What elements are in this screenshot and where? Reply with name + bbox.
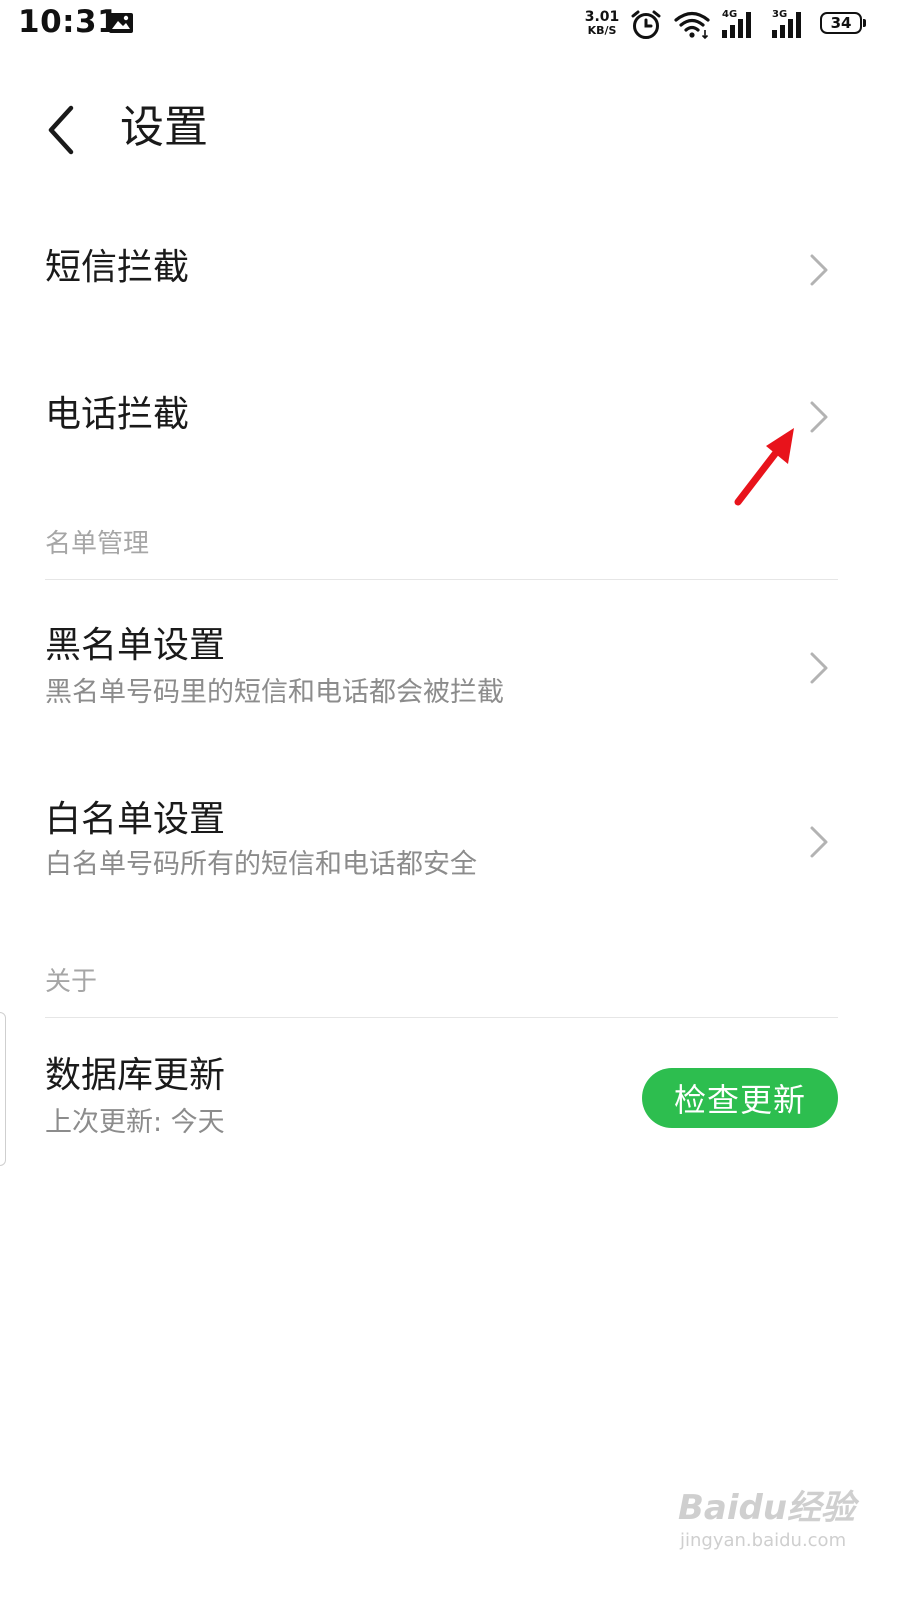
battery-level: 34 xyxy=(820,12,862,34)
status-time: 10:31 xyxy=(18,4,120,40)
watermark-brand: Baidu经验 xyxy=(678,1488,856,1528)
baidu-watermark: Baidu经验 jingyan.baidu.com xyxy=(672,1478,856,1578)
page-title: 设置 xyxy=(120,102,208,153)
network-speed: 3.01 KB/S xyxy=(584,9,620,37)
call-block-title: 电话拦截 xyxy=(45,394,190,435)
chevron-left-icon xyxy=(48,105,74,155)
chevron-right-icon xyxy=(810,254,828,286)
wifi-icon xyxy=(674,11,710,40)
database-update-title: 数据库更新 xyxy=(45,1055,226,1096)
whitelist-settings-item[interactable]: 白名单设置 白名单号码所有的短信和电话都安全 xyxy=(0,774,900,914)
whitelist-subtitle: 白名单号码所有的短信和电话都安全 xyxy=(45,849,477,880)
edge-drawer-handle[interactable] xyxy=(0,1012,6,1166)
chevron-right-icon xyxy=(810,401,828,433)
chevron-right-icon xyxy=(810,652,828,684)
battery-icon: 34 xyxy=(818,12,868,38)
signal-icon: 4G xyxy=(720,8,760,40)
last-update-text: 上次更新: 今天 xyxy=(45,1107,225,1138)
section-label-list-management: 名单管理 xyxy=(45,529,150,559)
check-update-button[interactable]: 检查更新 xyxy=(642,1068,838,1128)
chevron-right-icon xyxy=(810,826,828,858)
status-bar: 10:31 3.01 KB/S 4G 3G 34 xyxy=(0,0,900,52)
back-button[interactable] xyxy=(32,98,88,162)
divider xyxy=(45,1017,838,1018)
sms-block-title: 短信拦截 xyxy=(45,247,190,288)
blacklist-subtitle: 黑名单号码里的短信和电话都会被拦截 xyxy=(45,677,504,708)
image-notification-icon xyxy=(109,13,133,33)
watermark-url: jingyan.baidu.com xyxy=(680,1530,847,1551)
app-header: 设置 xyxy=(0,80,900,180)
annotation-arrow-icon xyxy=(734,428,794,506)
section-label-about: 关于 xyxy=(45,967,98,997)
whitelist-title: 白名单设置 xyxy=(45,799,226,840)
sms-block-item[interactable]: 短信拦截 xyxy=(0,210,900,330)
signal-icon: 3G xyxy=(770,8,810,40)
blacklist-title: 黑名单设置 xyxy=(45,625,226,666)
divider xyxy=(45,579,838,580)
blacklist-settings-item[interactable]: 黑名单设置 黑名单号码里的短信和电话都会被拦截 xyxy=(0,600,900,740)
alarm-icon xyxy=(631,10,661,39)
